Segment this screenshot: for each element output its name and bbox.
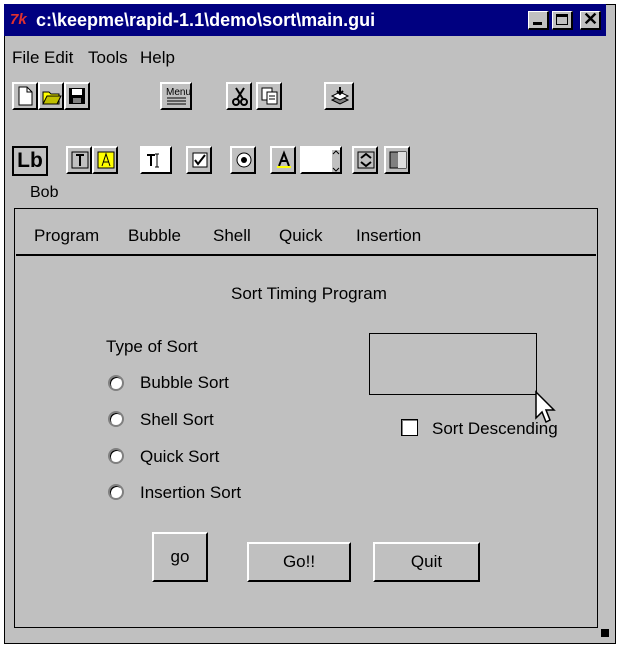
program-menu-bar: Program Bubble Shell Quick Insertion (16, 210, 596, 256)
menu-editor-icon: Menu (166, 87, 190, 105)
listbox-widget-button[interactable] (300, 146, 342, 174)
go-bang-button[interactable]: Go!! (247, 542, 351, 582)
entry-widget-button[interactable] (140, 146, 172, 174)
frame-widget-icon (389, 151, 407, 169)
menu-insertion[interactable]: Insertion (356, 226, 421, 246)
sort-descending-checkbox[interactable] (401, 419, 418, 436)
resize-handle[interactable] (601, 629, 609, 637)
minimize-icon (533, 22, 542, 25)
text-widget-icon (71, 151, 89, 169)
radio-shell[interactable] (108, 411, 124, 427)
stack-button[interactable] (324, 82, 354, 110)
radio-label-shell: Shell Sort (140, 410, 214, 429)
mouse-pointer-icon (535, 390, 556, 424)
frame-widget-button[interactable] (384, 146, 410, 174)
copy-icon (261, 87, 278, 105)
svg-text:Menu: Menu (166, 87, 190, 98)
label-widget-icon: Lb (17, 149, 43, 172)
menu-file[interactable]: File (12, 48, 39, 68)
copy-button[interactable] (256, 82, 282, 110)
sort-group-label: Type of Sort (106, 337, 198, 356)
button-widget-icon (97, 151, 115, 169)
text-widget-button[interactable] (66, 146, 92, 174)
go-button[interactable]: go (152, 532, 208, 582)
cut-scissors-icon (232, 87, 248, 106)
tk-app-icon[interactable]: 7k (10, 12, 32, 28)
close-button[interactable]: ✕ (580, 9, 601, 30)
output-box[interactable] (369, 333, 537, 395)
quit-button[interactable]: Quit (373, 542, 480, 582)
window-title: c:\keepme\rapid-1.1\demo\sort\main.gui (36, 10, 376, 30)
heading-label: Sort Timing Program (231, 284, 387, 303)
menu-bubble[interactable]: Bubble (128, 226, 181, 246)
button-widget-button[interactable] (92, 146, 118, 174)
save-disk-icon (69, 88, 85, 104)
radiobutton-widget-icon (236, 152, 252, 168)
radio-label-quick: Quick Sort (140, 447, 220, 466)
new-file-button[interactable] (12, 82, 38, 110)
menu-shell[interactable]: Shell (213, 226, 251, 246)
open-button[interactable] (38, 82, 64, 110)
listbox-widget-icon (332, 150, 340, 172)
maximize-button[interactable] (552, 11, 573, 30)
menu-help[interactable]: Help (140, 48, 175, 68)
title-bar[interactable]: 7k c:\keepme\rapid-1.1\demo\sort\main.gu… (4, 4, 606, 36)
radio-label-insertion: Insertion Sort (140, 483, 242, 502)
scrollbar-widget-button[interactable] (352, 146, 378, 174)
form-name-label: Bob (30, 184, 59, 201)
label-widget-button[interactable]: Lb (12, 146, 48, 176)
menu-editor-button[interactable]: Menu (160, 82, 192, 110)
radiobutton-widget-button[interactable] (230, 146, 256, 174)
bitmap-widget-icon (277, 150, 291, 168)
save-button[interactable] (64, 82, 90, 110)
maximize-icon (556, 14, 568, 25)
bitmap-widget-button[interactable] (270, 146, 296, 174)
radio-insertion[interactable] (108, 484, 124, 500)
menu-quick[interactable]: Quick (279, 226, 322, 246)
minimize-button[interactable] (528, 11, 549, 30)
new-file-icon (18, 86, 33, 106)
scrollbar-widget-icon (357, 151, 375, 169)
stack-layers-icon (330, 87, 350, 105)
menu-tools[interactable]: Tools (88, 48, 128, 68)
menu-edit[interactable]: Edit (44, 48, 73, 68)
menu-program[interactable]: Program (34, 226, 99, 246)
open-folder-icon (42, 91, 62, 105)
checkbox-widget-icon (192, 152, 208, 168)
entry-widget-icon (147, 153, 159, 168)
cut-button[interactable] (226, 82, 252, 110)
close-icon: ✕ (583, 9, 599, 29)
checkbox-widget-button[interactable] (186, 146, 212, 174)
radio-label-bubble: Bubble Sort (140, 373, 229, 392)
radio-quick[interactable] (108, 448, 124, 464)
radio-bubble[interactable] (108, 375, 124, 391)
